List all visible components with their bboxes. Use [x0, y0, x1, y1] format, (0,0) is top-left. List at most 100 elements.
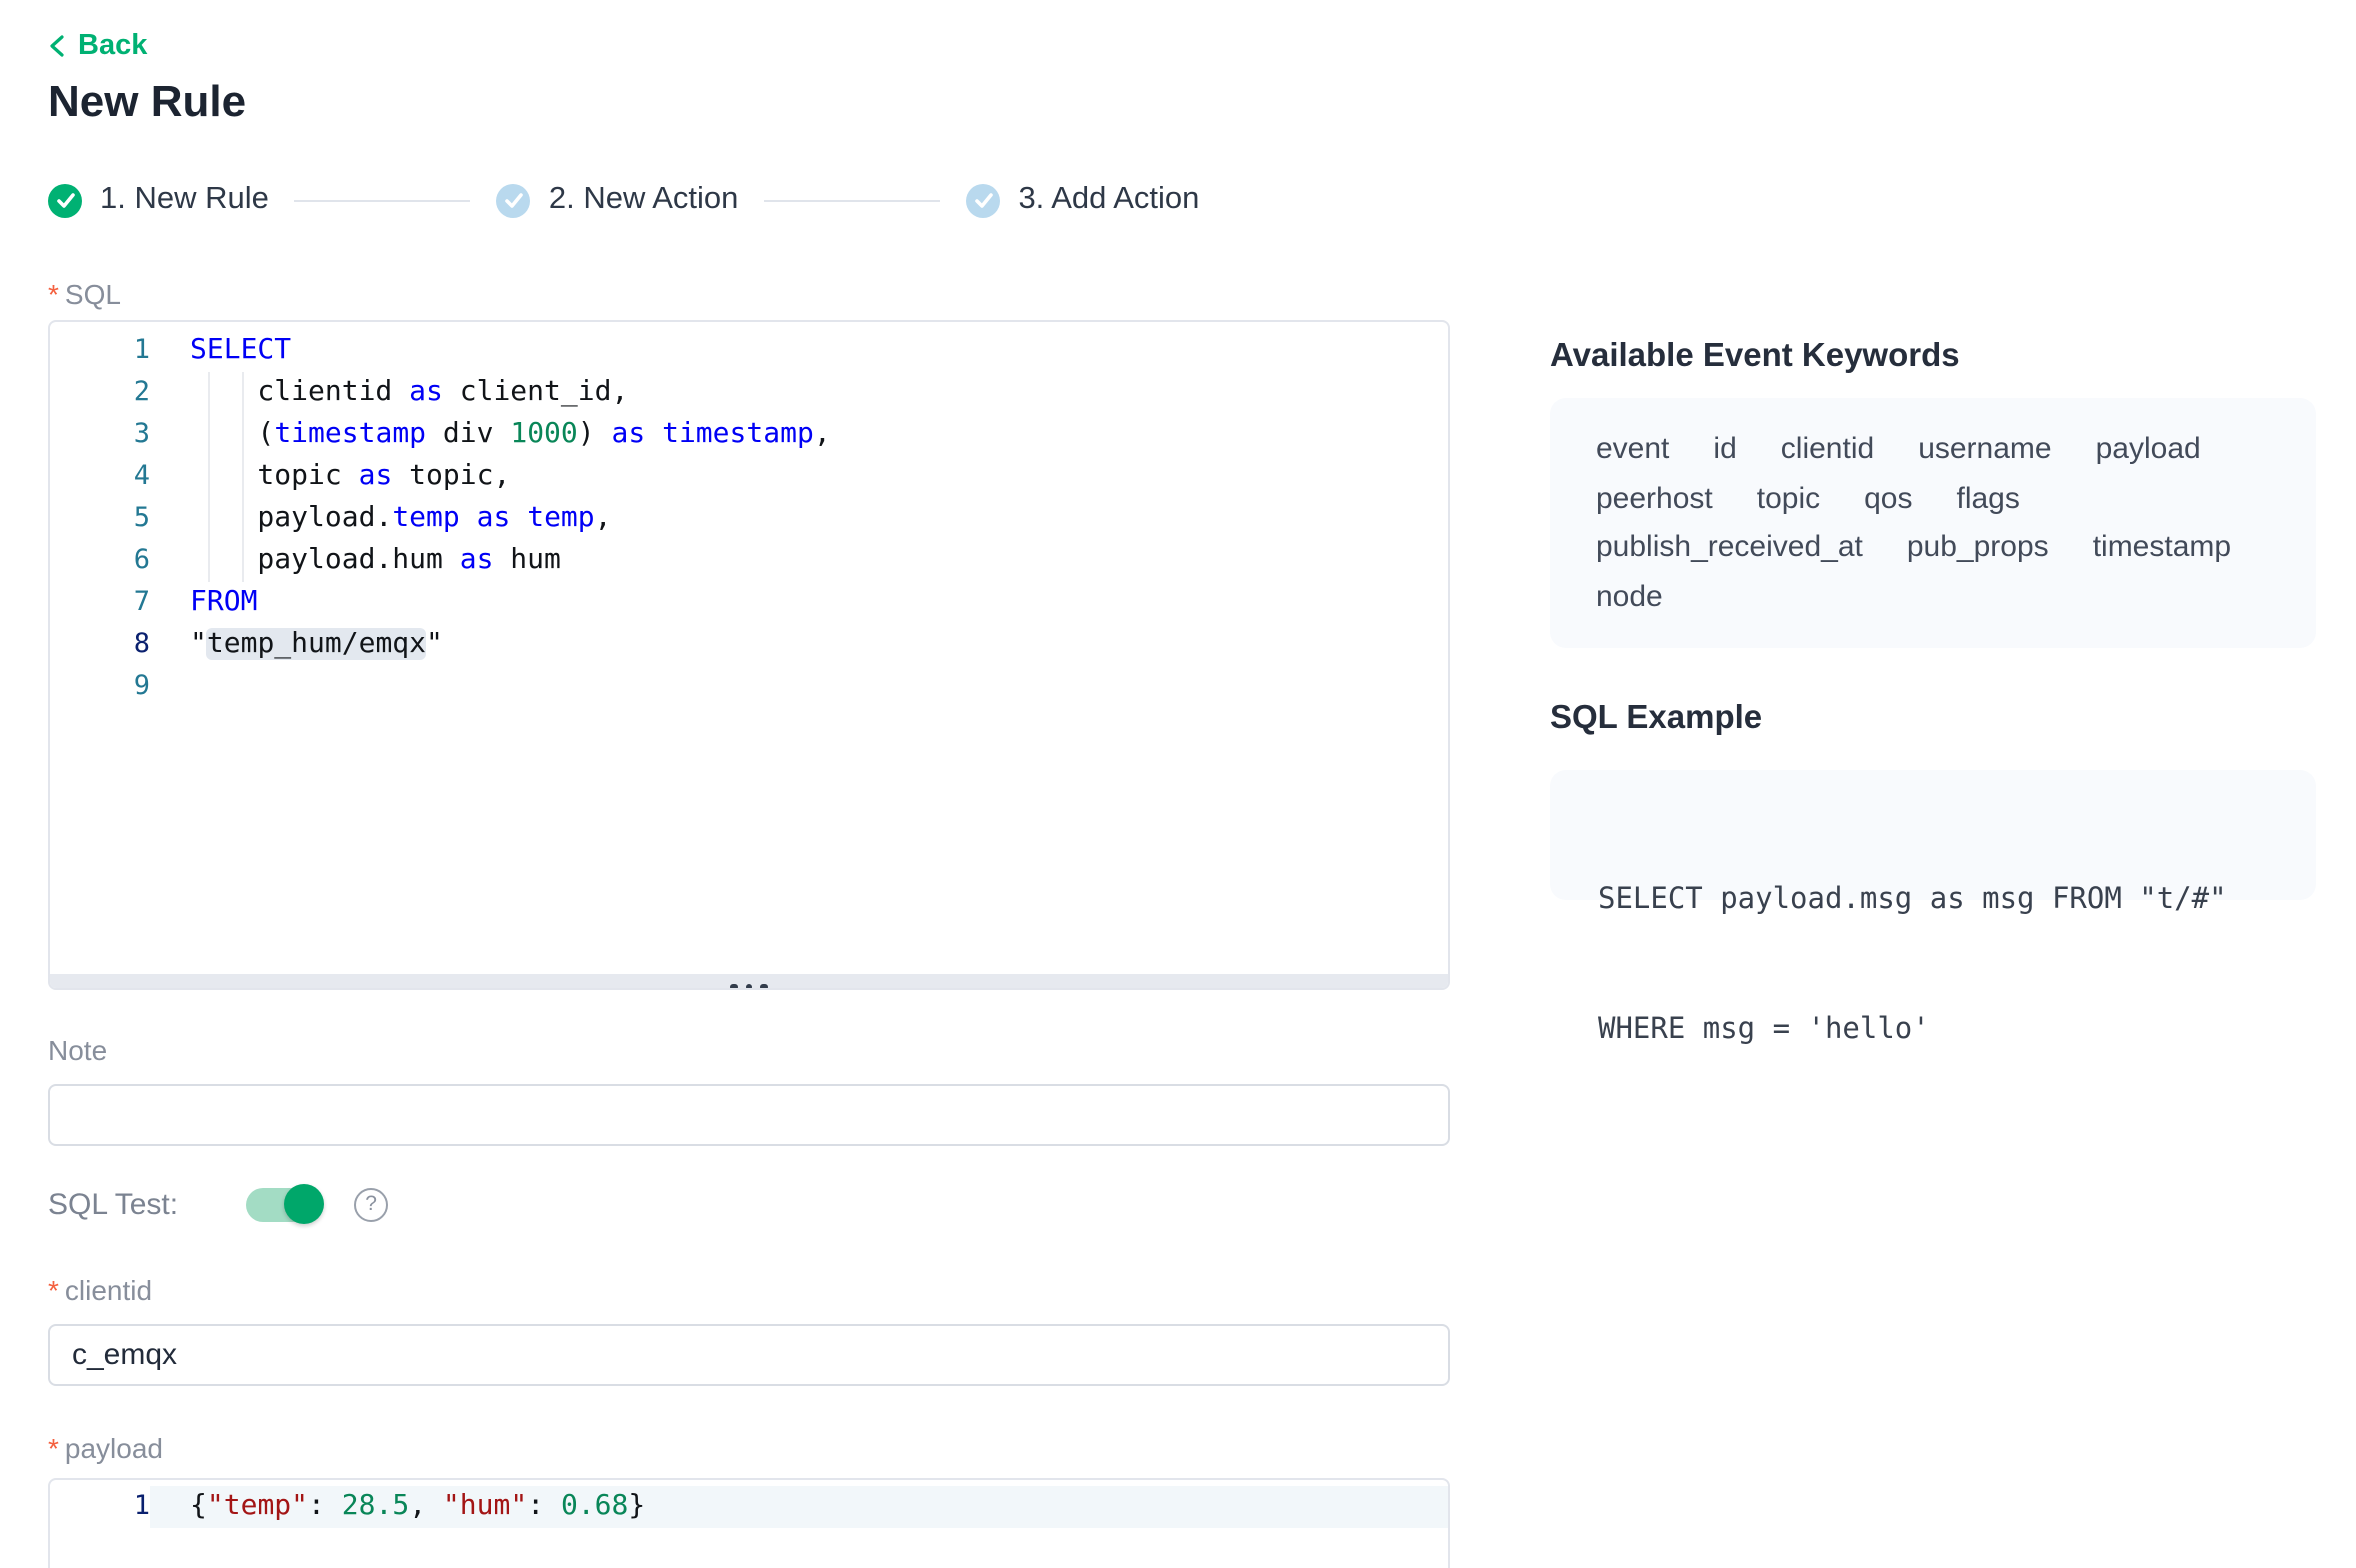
code-token: ,	[595, 502, 612, 534]
indent-guide	[242, 414, 244, 456]
code-token: payload.hum	[190, 544, 460, 576]
code-token: temp_hum/emqx	[207, 628, 426, 660]
editor-resize-handle[interactable]	[50, 974, 1448, 990]
code-line-content: payload.temp as temp,	[150, 498, 1448, 540]
code-token: topic,	[392, 460, 510, 492]
event-keyword: username	[1918, 426, 2051, 475]
drag-dots-icon	[746, 984, 753, 991]
line-number: 7	[50, 582, 150, 624]
code-line-content: SELECT	[150, 330, 1448, 372]
help-icon[interactable]: ?	[354, 1187, 388, 1221]
indent-guide	[208, 498, 210, 540]
sql-example-box: SELECT payload.msg as msg FROM "t/#" WHE…	[1550, 770, 2316, 900]
line-number: 1	[50, 1486, 150, 1528]
code-line-content: clientid as client_id,	[150, 372, 1448, 414]
code-token: ,	[814, 418, 831, 450]
clientid-input[interactable]	[48, 1324, 1450, 1386]
code-line: 1SELECT	[50, 330, 1448, 372]
sql-example-line: WHERE msg = 'hello'	[1598, 1009, 2268, 1052]
line-number: 2	[50, 372, 150, 414]
required-marker: *	[48, 278, 59, 310]
step-label: 1. New Rule	[100, 182, 269, 218]
clientid-field-label: *clientid	[48, 1274, 152, 1306]
step-new-rule[interactable]: 1. New Rule	[48, 182, 269, 218]
line-number: 3	[50, 414, 150, 456]
step-label: 2. New Action	[549, 182, 739, 218]
event-keyword: node	[1596, 573, 1663, 622]
sql-test-label: SQL Test:	[48, 1187, 178, 1221]
drag-dots-icon	[761, 984, 768, 991]
line-number: 6	[50, 540, 150, 582]
note-input[interactable]	[48, 1084, 1450, 1146]
code-token	[645, 418, 662, 450]
code-token: as	[460, 544, 494, 576]
code-line: 3 (timestamp div 1000) as timestamp,	[50, 414, 1448, 456]
sql-editor-code[interactable]: 1SELECT2 clientid as client_id,3 (timest…	[50, 322, 1448, 974]
indent-guide	[208, 540, 210, 582]
code-token: topic	[190, 460, 359, 492]
code-token: temp	[392, 502, 459, 534]
note-field-label: Note	[48, 1034, 107, 1066]
page-title: New Rule	[48, 76, 246, 128]
sql-editor[interactable]: 1SELECT2 clientid as client_id,3 (timest…	[48, 320, 1450, 990]
required-marker: *	[48, 1274, 59, 1306]
sql-example-line: SELECT payload.msg as msg FROM "t/#"	[1598, 880, 2268, 923]
line-number: 5	[50, 498, 150, 540]
back-label: Back	[78, 30, 147, 62]
code-line: 9	[50, 666, 1448, 708]
event-keyword: publish_received_at	[1596, 524, 1863, 573]
line-number: 4	[50, 456, 150, 498]
event-keyword: peerhost	[1596, 475, 1713, 524]
step-new-action[interactable]: 2. New Action	[497, 182, 739, 218]
event-keyword: clientid	[1781, 426, 1874, 475]
code-token	[510, 502, 527, 534]
code-token: timestamp	[274, 418, 426, 450]
check-circle-icon	[48, 183, 82, 217]
code-token: as	[477, 502, 511, 534]
code-line-content: (timestamp div 1000) as timestamp,	[150, 414, 1448, 456]
indent-guide	[208, 456, 210, 498]
code-token: 28.5	[342, 1490, 409, 1522]
code-line: 8"temp_hum/emqx"	[50, 624, 1448, 666]
indent-guide	[242, 372, 244, 414]
sql-test-toggle[interactable]	[246, 1187, 322, 1221]
new-rule-page: Back New Rule 1. New Rule 2. New Action …	[0, 0, 2356, 1568]
code-token: as	[612, 418, 646, 450]
indent-guide	[208, 414, 210, 456]
indent-guide	[242, 540, 244, 582]
code-line-content: payload.hum as hum	[150, 540, 1448, 582]
payload-editor[interactable]: 1{"temp": 28.5, "hum": 0.68}	[48, 1478, 1450, 1568]
keywords-title: Available Event Keywords	[1550, 338, 1960, 376]
event-keyword: id	[1713, 426, 1736, 475]
back-link[interactable]: Back	[48, 30, 147, 62]
code-line: 7FROM	[50, 582, 1448, 624]
chevron-left-icon	[48, 34, 66, 58]
code-line-content: "temp_hum/emqx"	[150, 624, 1448, 666]
step-add-action[interactable]: 3. Add Action	[966, 182, 1199, 218]
step-label: 3. Add Action	[1018, 182, 1199, 218]
step-connector	[295, 199, 471, 201]
event-keyword: qos	[1864, 475, 1912, 524]
code-token: "	[426, 628, 443, 660]
code-token: client_id,	[443, 376, 628, 408]
code-line-content	[150, 666, 1448, 708]
code-line: 5 payload.temp as temp,	[50, 498, 1448, 540]
indent-guide	[242, 456, 244, 498]
indent-guide	[208, 372, 210, 414]
event-keyword: topic	[1757, 475, 1820, 524]
event-keyword: payload	[2096, 426, 2201, 475]
code-token	[460, 502, 477, 534]
payload-field-label: *payload	[48, 1432, 163, 1464]
code-token: "	[190, 628, 207, 660]
required-marker: *	[48, 1432, 59, 1464]
line-number: 1	[50, 330, 150, 372]
code-token: :	[308, 1490, 342, 1522]
sql-test-row: SQL Test: ?	[48, 1184, 388, 1224]
code-token: 1000	[510, 418, 577, 450]
code-token: clientid	[190, 376, 409, 408]
code-token: as	[409, 376, 443, 408]
event-keyword: flags	[1957, 475, 2020, 524]
code-token: )	[578, 418, 612, 450]
payload-editor-code[interactable]: 1{"temp": 28.5, "hum": 0.68}	[50, 1480, 1448, 1568]
code-token: "hum"	[443, 1490, 527, 1522]
